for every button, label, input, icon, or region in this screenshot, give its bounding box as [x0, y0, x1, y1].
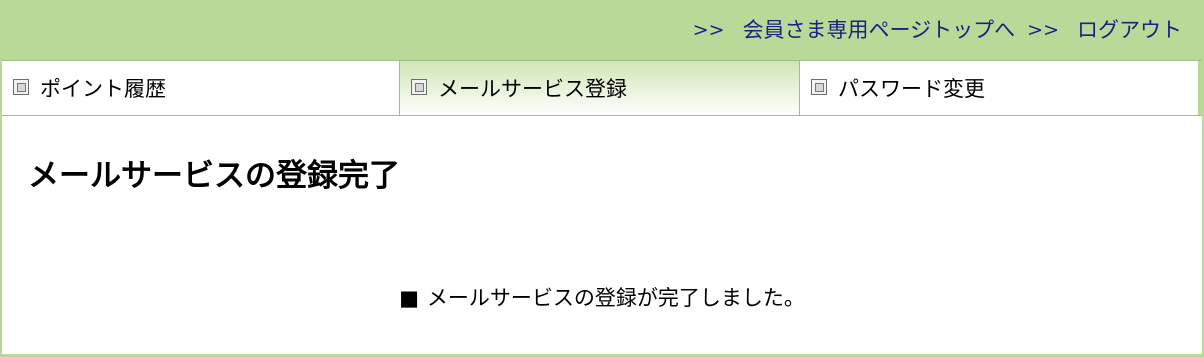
page-title: メールサービスの登録完了	[28, 158, 400, 194]
tab-point-history[interactable]: ポイント履歴	[2, 61, 400, 115]
arrow-marker: >>	[692, 19, 725, 41]
tab-bar: ポイント履歴 メールサービス登録 パスワード変更	[2, 60, 1202, 116]
logout-link[interactable]: ログアウト	[1077, 17, 1182, 43]
completion-message: ■ メールサービスの登録が完了しました。	[2, 284, 1202, 312]
window-icon	[12, 78, 32, 98]
header-links: >> 会員さま専用ページトップへ >> ログアウト	[693, 17, 1182, 43]
tab-password-change[interactable]: パスワード変更	[800, 61, 1198, 115]
arrow-marker: >>	[1027, 19, 1059, 41]
window-icon	[410, 78, 430, 98]
tab-label: メールサービス登録	[438, 77, 627, 101]
tab-label: パスワード変更	[838, 77, 985, 101]
tab-mail-service-registration[interactable]: メールサービス登録	[400, 61, 800, 115]
members-top-link[interactable]: 会員さま専用ページトップへ	[743, 17, 1016, 43]
main-content: メールサービスの登録完了 ■ メールサービスの登録が完了しました。	[2, 116, 1202, 354]
window-icon	[810, 78, 830, 98]
square-bullet-icon: ■	[399, 286, 419, 310]
tab-label: ポイント履歴	[40, 77, 166, 101]
header-bar: >> 会員さま専用ページトップへ >> ログアウト	[0, 0, 1204, 60]
completion-message-text: メールサービスの登録が完了しました。	[426, 286, 805, 310]
